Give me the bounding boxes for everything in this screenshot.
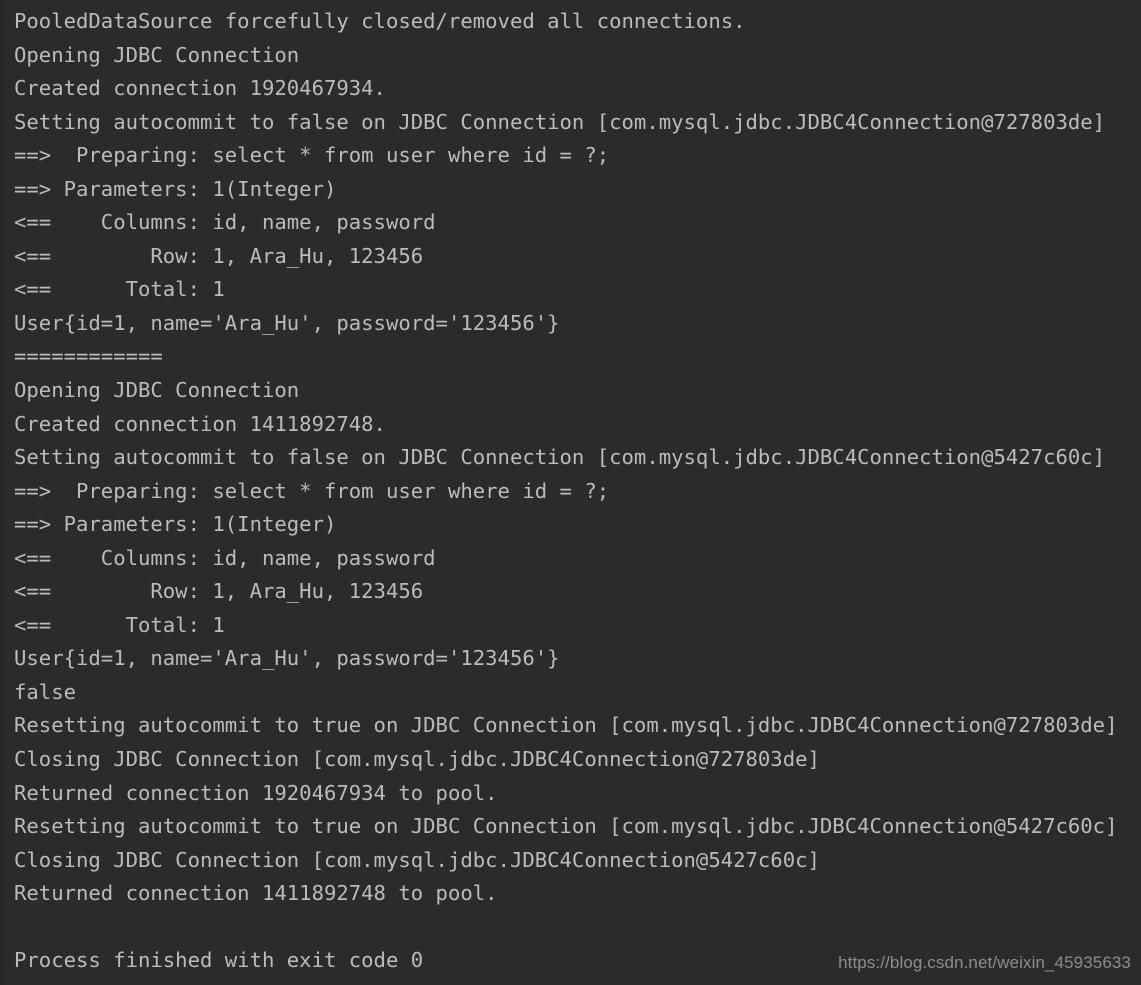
console-line: Setting autocommit to false on JDBC Conn… bbox=[14, 445, 1106, 470]
console-line: <== Row: 1, Ara_Hu, 123456 bbox=[14, 579, 424, 604]
console-line: Created connection 1411892748. bbox=[14, 411, 386, 436]
console-window: PooledDataSource forcefully closed/remov… bbox=[0, 0, 1141, 985]
console-line: <== Columns: id, name, password bbox=[14, 545, 436, 570]
console-line: ============ bbox=[14, 344, 163, 369]
console-line: Opening JDBC Connection bbox=[14, 42, 300, 67]
console-line: ==> Preparing: select * from user where … bbox=[14, 478, 610, 503]
console-line: <== Row: 1, Ara_Hu, 123456 bbox=[14, 243, 424, 268]
console-line: Opening JDBC Connection bbox=[14, 378, 300, 403]
console-line: PooledDataSource forcefully closed/remov… bbox=[14, 9, 746, 33]
console-line: User{id=1, name='Ara_Hu', password='1234… bbox=[14, 646, 560, 671]
console-line: ==> Preparing: select * from user where … bbox=[14, 143, 610, 168]
console-line: Resetting autocommit to true on JDBC Con… bbox=[14, 814, 1118, 839]
console-line: ==> Parameters: 1(Integer) bbox=[14, 512, 337, 537]
console-line: false bbox=[14, 679, 76, 704]
console-line: <== Total: 1 bbox=[14, 277, 225, 302]
console-line: Resetting autocommit to true on JDBC Con… bbox=[14, 713, 1118, 738]
console-line: Created connection 1920467934. bbox=[14, 76, 386, 101]
console-line: User{id=1, name='Ara_Hu', password='1234… bbox=[14, 310, 560, 335]
console-line: Setting autocommit to false on JDBC Conn… bbox=[14, 109, 1106, 134]
console-line: <== Total: 1 bbox=[14, 612, 225, 637]
console-line: Returned connection 1920467934 to pool. bbox=[14, 780, 498, 805]
console-line: Closing JDBC Connection [com.mysql.jdbc.… bbox=[14, 847, 820, 872]
console-line: Closing JDBC Connection [com.mysql.jdbc.… bbox=[14, 747, 820, 772]
watermark-text: https://blog.csdn.net/weixin_45935633 bbox=[838, 953, 1131, 972]
console-line: ==> Parameters: 1(Integer) bbox=[14, 176, 337, 201]
console-line: Returned connection 1411892748 to pool. bbox=[14, 881, 498, 906]
console-line: <== Columns: id, name, password bbox=[14, 210, 436, 235]
console-output-log[interactable]: PooledDataSource forcefully closed/remov… bbox=[0, 0, 1141, 978]
